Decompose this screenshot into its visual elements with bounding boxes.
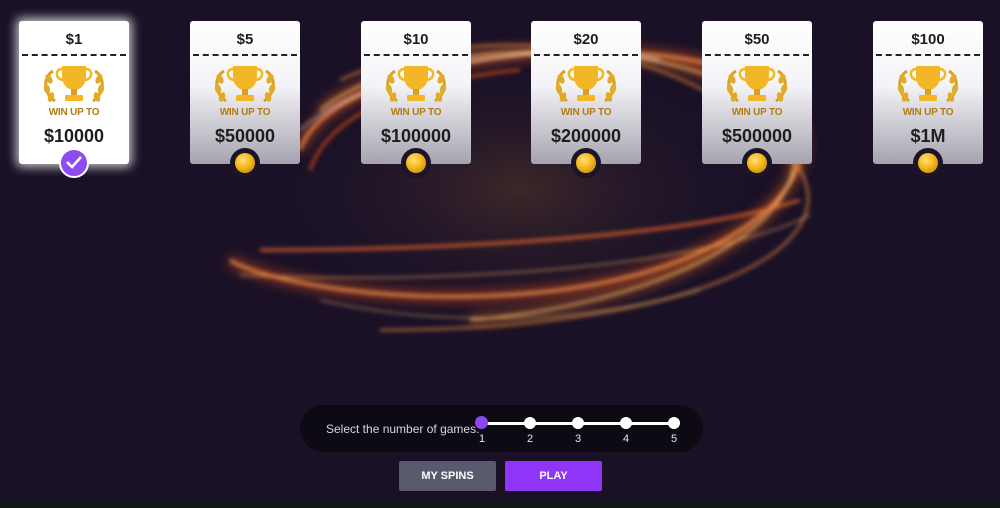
gold-coin-icon [918, 153, 938, 173]
ticket-price: $10 [403, 31, 429, 48]
play-button[interactable]: PLAY [505, 461, 602, 491]
ticket-card-1[interactable]: $1 WIN UP TO $10000 [19, 21, 129, 178]
games-option-1-dot[interactable] [475, 416, 488, 429]
ticket-divider [364, 54, 468, 56]
ticket-divider [705, 54, 809, 56]
win-up-to-label: WIN UP TO [731, 107, 783, 118]
ticket-card-20[interactable]: $20 WIN UP TO $200000 [531, 21, 641, 178]
gold-coin-icon [747, 153, 767, 173]
ticket-divider [876, 54, 980, 56]
ticket-card-50[interactable]: $50 WIN UP TO $500000 [702, 21, 812, 178]
ticket-price: $50 [744, 31, 770, 48]
games-selector: Select the number of games: 1 2 3 4 5 [300, 405, 703, 452]
coin-badge [913, 148, 943, 178]
ticket-price: $100 [911, 31, 945, 48]
games-option-5-dot[interactable] [668, 417, 680, 429]
win-up-to-label: WIN UP TO [560, 107, 612, 118]
gold-coin-icon [576, 153, 596, 173]
trophy-laurel-icon [555, 66, 617, 103]
my-spins-button[interactable]: MY SPINS [399, 461, 496, 491]
win-up-to-label: WIN UP TO [390, 107, 442, 118]
ticket-prize: $100000 [380, 126, 452, 146]
games-option-2-label: 2 [526, 433, 534, 445]
coin-badge [742, 148, 772, 178]
ticket-card-5[interactable]: $5 WIN UP TO $50000 [190, 21, 300, 178]
games-selector-label: Select the number of games: [326, 422, 480, 436]
games-option-4-label: 4 [622, 433, 630, 445]
ticket-divider [193, 54, 297, 56]
win-up-to-label: WIN UP TO [219, 107, 271, 118]
trophy-laurel-icon [385, 66, 447, 103]
ticket-prize: $200000 [550, 126, 622, 146]
trophy-laurel-icon [726, 66, 788, 103]
gold-coin-icon [235, 153, 255, 173]
ticket-prize: $10000 [43, 126, 105, 146]
coin-badge [571, 148, 601, 178]
coin-badge [230, 148, 260, 178]
games-option-5-label: 5 [670, 433, 678, 445]
gold-coin-icon [406, 153, 426, 173]
ticket-divider [22, 54, 126, 56]
ticket-price: $1 [65, 31, 83, 48]
coin-badge [401, 148, 431, 178]
selected-badge [59, 148, 89, 178]
ticket-divider [534, 54, 638, 56]
ticket-price: $5 [236, 31, 254, 48]
games-option-4-dot[interactable] [620, 417, 632, 429]
checkmark-icon [66, 156, 82, 169]
ticket-prize: $500000 [721, 126, 793, 146]
ticket-card-100[interactable]: $100 WIN UP TO $1M [873, 21, 983, 178]
bottom-edge-shadow [0, 498, 1000, 508]
ticket-prize: $1M [910, 126, 946, 146]
games-option-3-dot[interactable] [572, 417, 584, 429]
ticket-price: $20 [573, 31, 599, 48]
win-up-to-label: WIN UP TO [48, 107, 100, 118]
games-option-3-label: 3 [574, 433, 582, 445]
trophy-laurel-icon [214, 66, 276, 103]
ticket-prize: $50000 [214, 126, 276, 146]
games-option-2-dot[interactable] [524, 417, 536, 429]
ticket-card-10[interactable]: $10 WIN UP TO $100000 [361, 21, 471, 178]
games-option-1-label: 1 [478, 433, 486, 445]
win-up-to-label: WIN UP TO [902, 107, 954, 118]
ticket-cards: $1 WIN UP TO $10000 $5 WIN UP TO $50000 … [0, 0, 1000, 180]
trophy-laurel-icon [43, 66, 105, 103]
trophy-laurel-icon [897, 66, 959, 103]
